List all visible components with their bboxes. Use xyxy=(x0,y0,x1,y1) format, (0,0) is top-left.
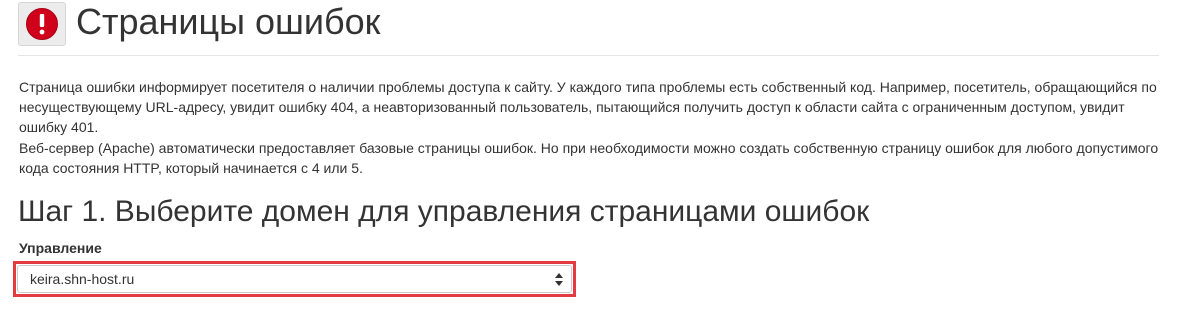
page-icon-tile xyxy=(18,2,66,46)
description-paragraph-2: Веб-сервер (Apache) автоматически предос… xyxy=(19,140,1159,176)
step-1-title: Шаг 1. Выберите домен для управления стр… xyxy=(18,195,870,228)
domain-select-value: keira.shn-host.ru xyxy=(30,271,135,287)
description-paragraph-1: Страница ошибки информирует посетителя о… xyxy=(19,79,1157,135)
exclamation-circle-icon xyxy=(26,8,58,40)
domain-select-label: Управление xyxy=(19,240,102,256)
error-pages-page: Страницы ошибок Страница ошибки информир… xyxy=(0,0,1181,328)
page-header: Страницы ошибок xyxy=(18,0,1159,56)
page-title: Страницы ошибок xyxy=(76,1,381,42)
updown-arrows-icon xyxy=(555,273,563,286)
domain-select[interactable]: keira.shn-host.ru xyxy=(17,265,572,293)
